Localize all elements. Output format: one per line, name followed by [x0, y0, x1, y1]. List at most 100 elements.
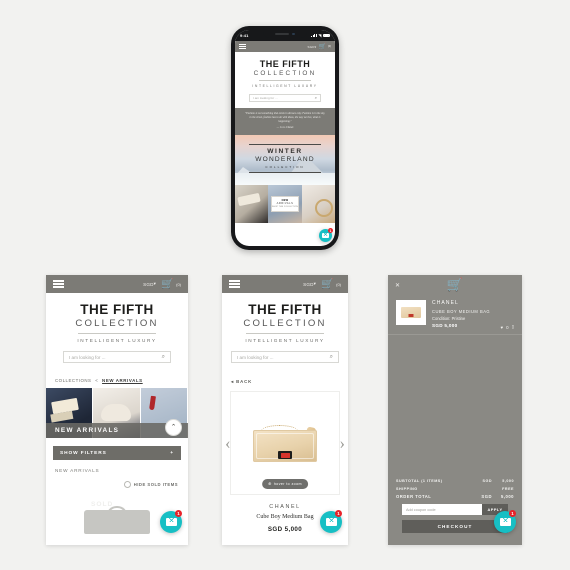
status-time: 9:41: [240, 33, 249, 38]
summary-row-total: ORDER TOTAL SGD 5,000: [396, 494, 514, 499]
status-indicators: ◥: [310, 32, 330, 38]
product-detail-screen-card: SGD ▾ 🛒 (0) THE FIFTH COLLECTION INTELLIG…: [222, 275, 348, 545]
wishlist-count: 0: [506, 324, 509, 330]
chat-badge: 1: [175, 510, 182, 517]
brand-tagline: INTELLIGENT LUXURY: [252, 83, 318, 88]
chevron-up-icon[interactable]: ⌃: [165, 419, 182, 436]
quote-band: "Fashion is not something that exists in…: [235, 107, 335, 135]
speaker-grille: [275, 33, 290, 35]
phone-brand-block: THE FIFTH COLLECTION INTELLIGENT LUXURY …: [235, 52, 335, 108]
search-input[interactable]: I am looking for ... ⌕: [231, 351, 339, 363]
checkout-button[interactable]: CHECKOUT: [402, 520, 508, 533]
sold-badge: SOLD: [91, 501, 114, 508]
category-tiles: NEW ARRIVALS SHOP THE COLLECTION: [235, 184, 335, 223]
chat-widget-product[interactable]: 1: [320, 510, 342, 533]
chat-envelope-icon: [499, 518, 511, 526]
hamburger-icon[interactable]: [53, 280, 64, 288]
brand-line-1: THE FIFTH: [248, 302, 322, 317]
hover-to-zoom-badge[interactable]: ⊕ hover to zoom: [262, 478, 308, 489]
shopping-cart-icon[interactable]: 🛒: [319, 43, 326, 50]
heart-icon[interactable]: ♥: [501, 325, 504, 330]
chat-widget-phone[interactable]: 1: [319, 228, 333, 242]
show-filters-button[interactable]: SHOW FILTERS +: [53, 446, 181, 460]
trash-icon[interactable]: ▯: [512, 324, 514, 330]
chat-widget-cart[interactable]: 1: [494, 510, 516, 533]
product-topbar: SGD ▾ 🛒 (0): [222, 275, 348, 293]
phone-notch: [263, 30, 307, 38]
hero-line-2: WONDERLAND: [255, 155, 315, 163]
shopping-cart-icon[interactable]: 🛒: [161, 279, 173, 290]
cart-count: (0): [327, 45, 331, 48]
coupon-placeholder: Add coupon code: [406, 507, 436, 512]
brand-divider: [78, 333, 156, 334]
cart-count: (0): [336, 281, 341, 287]
category-tile-2[interactable]: NEW ARRIVALS SHOP THE COLLECTION: [268, 184, 302, 223]
zoom-hint-label: hover to zoom: [273, 481, 302, 486]
chat-widget-listing[interactable]: 1: [160, 510, 182, 533]
currency-selector[interactable]: SGD ▾: [303, 281, 316, 287]
summary-label: ORDER TOTAL: [396, 494, 432, 499]
radio-icon[interactable]: [123, 481, 131, 488]
close-icon[interactable]: ✕: [395, 282, 400, 289]
currency-selector[interactable]: SGD ▾: [308, 45, 317, 49]
category-tile-3[interactable]: [301, 184, 335, 223]
search-placeholder: I am looking for ...: [253, 95, 278, 100]
brand-line-1: THE FIFTH: [259, 59, 311, 69]
search-icon[interactable]: ⌕: [315, 95, 317, 100]
cart-item-thumbnail[interactable]: [396, 300, 426, 325]
cart-line-item: CHANEL CUBE BOY MEDIUM BAG Condition: Pr…: [388, 295, 522, 335]
next-arrow-icon[interactable]: ›: [339, 435, 345, 452]
cart-count: (0): [176, 281, 181, 287]
phone-status-bar: 9:41 ◥: [235, 30, 335, 41]
currency-selector[interactable]: SGD ▾: [143, 281, 156, 287]
chat-envelope-icon: [322, 233, 329, 238]
collection-image-strip[interactable]: NEW ARRIVALS ⌃: [46, 388, 188, 438]
chat-envelope-icon: [165, 518, 177, 526]
search-input[interactable]: I am looking for ... ⌕: [249, 93, 321, 102]
magnifier-icon: ⊕: [268, 481, 272, 486]
battery-icon: [323, 33, 330, 38]
breadcrumb: COLLECTIONS < NEW ARRIVALS: [46, 371, 188, 388]
hide-sold-items-toggle[interactable]: HIDE SOLD ITEMS: [46, 473, 188, 488]
category-tile-1[interactable]: [235, 184, 269, 223]
brand-divider: [246, 333, 324, 334]
hide-sold-items-label: HIDE SOLD ITEMS: [133, 482, 178, 487]
bag-body-shape: [253, 430, 317, 462]
shopping-cart-icon[interactable]: 🛒: [321, 279, 333, 290]
listing-topbar-right: SGD ▾ 🛒 (0): [143, 279, 181, 290]
chevron-down-icon: ▾: [313, 281, 317, 286]
prev-arrow-icon[interactable]: ‹: [225, 435, 231, 452]
breadcrumb-current[interactable]: NEW ARRIVALS: [102, 378, 143, 383]
summary-label: SHIPPING: [396, 486, 418, 491]
cart-summary: SUBTOTAL (1 ITEMS) SGD 5,000 SHIPPING FR…: [388, 473, 522, 499]
breadcrumb-parent[interactable]: COLLECTIONS: [55, 378, 92, 383]
currency-label: SGD: [143, 281, 154, 287]
brand-line-2: COLLECTION: [75, 318, 159, 329]
search-input[interactable]: I am looking for ... ⌕: [63, 351, 171, 363]
hero-banner[interactable]: WINTER WONDERLAND COLLECTION: [235, 134, 335, 185]
product-topbar-right: SGD ▾ 🛒 (0): [303, 279, 341, 290]
summary-currency: SGD: [482, 479, 492, 483]
listing-topbar: SGD ▾ 🛒 (0): [46, 275, 188, 293]
hamburger-icon[interactable]: [239, 44, 246, 49]
product-gallery[interactable]: ‹ › ⊕ hover to zoom: [225, 391, 345, 495]
search-icon[interactable]: ⌕: [162, 354, 165, 361]
cart-item-name: CUBE BOY MEDIUM BAG: [432, 308, 491, 314]
summary-label: SUBTOTAL (1 ITEMS): [396, 479, 443, 483]
product-image: [253, 425, 317, 462]
product-thumbnail: [84, 510, 150, 534]
back-link[interactable]: ◂ BACK: [222, 371, 348, 385]
wifi-icon: ◥: [318, 32, 322, 38]
coupon-input[interactable]: Add coupon code: [402, 504, 482, 515]
signal-icon: [310, 33, 317, 38]
quote-text: "Fashion is not something that exists in…: [244, 111, 326, 123]
search-icon[interactable]: ⌕: [330, 354, 333, 361]
chat-badge: 1: [335, 510, 342, 517]
listing-brand-block: THE FIFTH COLLECTION INTELLIGENT LUXURY …: [46, 293, 188, 371]
hamburger-icon[interactable]: [229, 280, 240, 288]
product-card[interactable]: SOLD: [84, 498, 150, 534]
chevron-down-icon: ▾: [314, 44, 317, 49]
snowfield-shape: [235, 172, 335, 185]
hero-banner-label: WINTER WONDERLAND COLLECTION: [249, 143, 321, 174]
brand-tagline: INTELLIGENT LUXURY: [77, 338, 157, 343]
